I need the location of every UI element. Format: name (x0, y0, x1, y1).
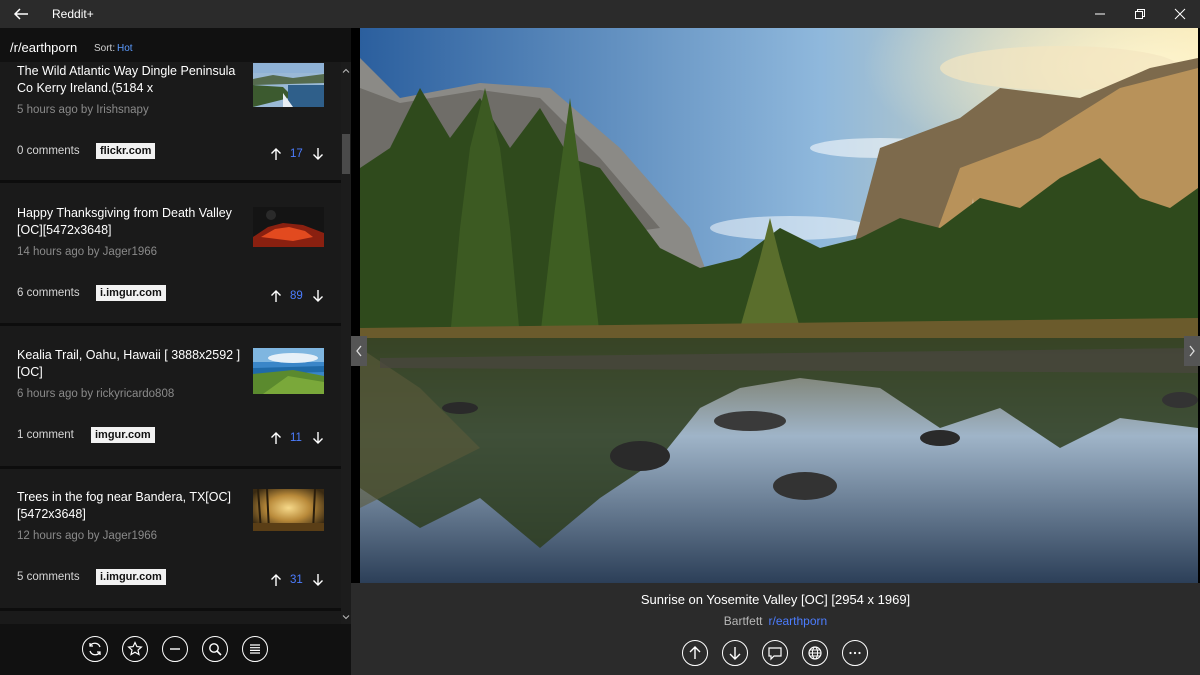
refresh-button[interactable] (82, 636, 108, 662)
restore-icon (1135, 9, 1145, 19)
post-list-panel: /r/earthporn Sort: Hot The Wild Atlantic… (0, 28, 351, 675)
main-photo[interactable] (360, 28, 1198, 583)
post-meta: 12 hours ago by Jager1966 (17, 530, 158, 542)
score: 11 (290, 432, 302, 444)
post-list: The Wild Atlantic Way Dingle Peninsula C… (0, 62, 341, 624)
upvote-icon (689, 646, 701, 659)
domain-badge[interactable]: flickr.com (96, 143, 156, 159)
upvote-icon[interactable] (270, 289, 282, 303)
hide-button[interactable] (162, 636, 188, 662)
downvote-icon[interactable] (312, 147, 324, 161)
favorite-button[interactable] (122, 636, 148, 662)
chevron-left-icon (356, 345, 362, 357)
comment-icon (768, 647, 782, 661)
vote-control: 31 (270, 573, 330, 589)
scroll-down-icon[interactable] (341, 612, 351, 622)
previous-image-button[interactable] (351, 336, 367, 366)
chevron-right-icon (1189, 345, 1195, 357)
search-icon (209, 643, 222, 656)
downvote-icon (729, 647, 741, 660)
post-list-item[interactable]: Kealia Trail, Oahu, Hawaii [ 3888x2592 ]… (0, 326, 341, 465)
sort-label: Sort: (94, 43, 116, 54)
downvote-icon[interactable] (312, 289, 324, 303)
scroll-up-icon[interactable] (341, 66, 351, 76)
close-button[interactable] (1162, 0, 1198, 28)
comments-button[interactable] (762, 640, 788, 666)
minimize-button[interactable] (1082, 0, 1118, 28)
score: 17 (290, 148, 303, 160)
more-icon (849, 651, 861, 655)
sort-dropdown[interactable]: Hot (117, 43, 133, 54)
globe-icon (808, 646, 822, 660)
image-byline: Bartfett r/earthporn (351, 614, 1200, 628)
post-list-item[interactable]: Trees in the fog near Bandera, TX[OC] [5… (0, 469, 341, 608)
star-icon (127, 641, 143, 656)
close-icon (1174, 8, 1186, 20)
post-thumbnail (253, 489, 324, 531)
comment-count[interactable]: 1 comment (17, 429, 74, 441)
subreddit-header: /r/earthporn Sort: Hot (0, 28, 351, 62)
vote-control: 17 (270, 147, 330, 163)
vote-control: 89 (270, 289, 330, 305)
more-button[interactable] (842, 640, 868, 666)
score: 31 (290, 574, 303, 586)
list-icon (250, 644, 260, 654)
domain-badge[interactable]: i.imgur.com (96, 569, 166, 585)
comment-count[interactable]: 0 comments (17, 145, 80, 157)
upvote-button[interactable] (682, 640, 708, 666)
restore-button[interactable] (1122, 0, 1158, 28)
post-list-item[interactable]: Happy Thanksgiving from Death Valley [OC… (0, 183, 341, 322)
post-thumbnail (253, 348, 324, 394)
vote-control: 11 (270, 431, 330, 447)
post-title: The Wild Atlantic Way Dingle Peninsula C… (17, 64, 236, 95)
comment-count[interactable]: 6 comments (17, 287, 80, 299)
post-meta: 14 hours ago by Jager1966 (17, 246, 158, 258)
image-caption: Sunrise on Yosemite Valley [OC] [2954 x … (640, 592, 911, 607)
list-button[interactable] (242, 636, 268, 662)
downvote-button[interactable] (722, 640, 748, 666)
post-thumbnail (253, 207, 324, 247)
post-meta: 6 hours ago by rickyricardo808 (17, 388, 175, 400)
post-meta: 5 hours ago by Irishsnapy (17, 104, 149, 116)
open-browser-button[interactable] (802, 640, 828, 666)
post-title: Kealia Trail, Oahu, Hawaii [ 3888x2592 ]… (17, 348, 241, 379)
post-list-item[interactable]: The Wild Atlantic Way Dingle Peninsula C… (0, 62, 341, 184)
scrollbar-thumb[interactable] (342, 134, 350, 174)
upvote-icon[interactable] (270, 147, 282, 161)
upvote-icon[interactable] (270, 573, 282, 587)
post-thumbnail (253, 63, 324, 107)
downvote-icon[interactable] (312, 431, 324, 445)
domain-badge[interactable]: i.imgur.com (96, 285, 166, 301)
score: 89 (290, 290, 303, 302)
refresh-icon (89, 642, 101, 656)
next-image-button[interactable] (1184, 336, 1200, 366)
author-link[interactable]: Bartfett (724, 614, 763, 628)
left-toolbar (0, 624, 351, 675)
upvote-icon[interactable] (270, 431, 282, 445)
subreddit-name[interactable]: /r/earthporn (10, 40, 77, 55)
minimize-icon (1095, 13, 1105, 15)
post-title: Trees in the fog near Bandera, TX[OC] [5… (17, 490, 232, 521)
back-arrow-icon[interactable] (12, 5, 30, 23)
comment-count[interactable]: 5 comments (17, 571, 80, 583)
post-title: Happy Thanksgiving from Death Valley [OC… (17, 206, 232, 237)
app-title: Reddit+ (52, 7, 94, 21)
minus-icon (170, 648, 180, 650)
image-viewer: Sunrise on Yosemite Valley [OC] [2954 x … (351, 28, 1200, 675)
separator (0, 608, 341, 611)
domain-badge[interactable]: imgur.com (91, 427, 155, 443)
downvote-icon[interactable] (312, 573, 324, 587)
subreddit-link[interactable]: r/earthporn (768, 614, 827, 628)
image-info-bar: Sunrise on Yosemite Valley [OC] [2954 x … (351, 583, 1200, 675)
search-button[interactable] (202, 636, 228, 662)
title-bar: Reddit+ (0, 0, 1200, 28)
